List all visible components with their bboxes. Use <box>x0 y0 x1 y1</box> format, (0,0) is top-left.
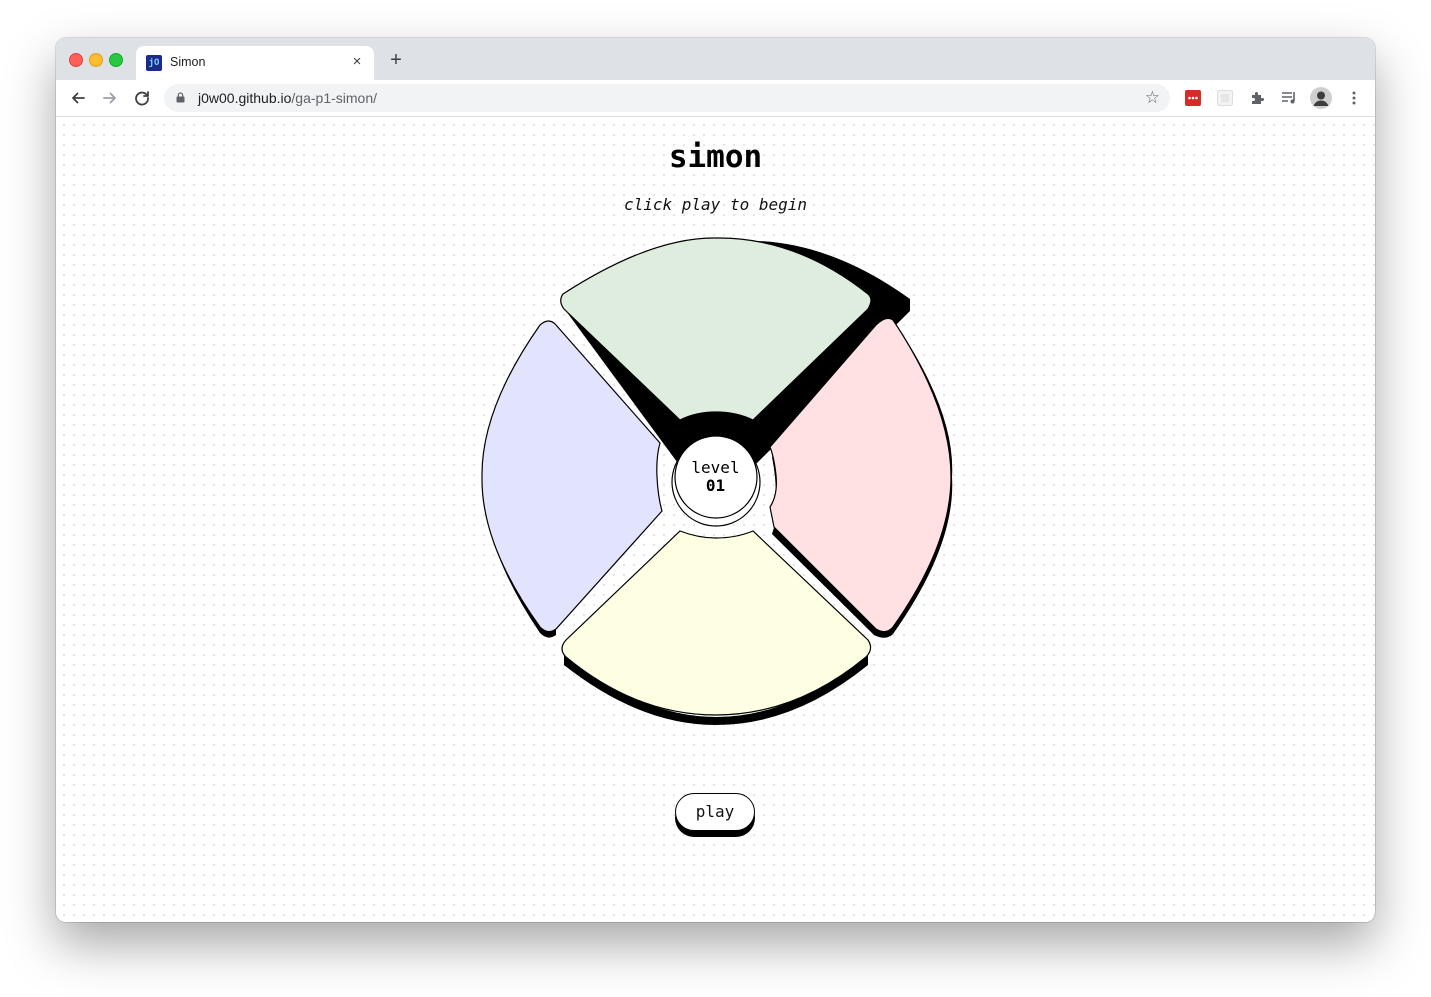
star-icon[interactable]: ☆ <box>1145 88 1160 108</box>
window-minimize-button[interactable] <box>89 53 103 67</box>
window-close-button[interactable] <box>69 53 83 67</box>
window-maximize-button[interactable] <box>109 53 123 67</box>
kebab-menu-icon[interactable] <box>1346 90 1362 106</box>
browser-toolbar: j0w00.github.io/ga-p1-simon/ ☆ <box>56 80 1375 117</box>
lock-icon <box>176 92 185 103</box>
profile-avatar-icon[interactable] <box>1310 87 1332 109</box>
status-message: click play to begin <box>623 195 808 214</box>
tab-simon[interactable]: jO Simon × <box>136 46 374 80</box>
url-text: j0w00.github.io/ga-p1-simon/ <box>198 90 377 106</box>
close-tab-icon[interactable]: × <box>348 53 366 71</box>
url-path: /ga-p1-simon/ <box>291 90 377 106</box>
play-button-wrapper: play <box>675 793 757 839</box>
back-icon[interactable] <box>67 87 89 109</box>
lastpass-extension-icon[interactable] <box>1185 90 1201 106</box>
forward-icon[interactable] <box>99 87 121 109</box>
url-host: j0w00.github.io <box>198 90 292 106</box>
address-bar[interactable]: j0w00.github.io/ga-p1-simon/ ☆ <box>164 84 1170 112</box>
level-value: 01 <box>705 476 726 495</box>
puzzle-extensions-icon[interactable] <box>1249 90 1265 106</box>
browser-window: jO Simon × + j0w00.github.io/ga-p1-simon… <box>56 38 1375 922</box>
page-content: simon click play to begin level 01 play <box>56 117 1375 922</box>
reading-list-icon[interactable] <box>1281 90 1297 106</box>
play-button[interactable]: play <box>675 793 755 831</box>
level-label: level <box>691 458 740 477</box>
extension-placeholder-icon[interactable] <box>1217 90 1233 106</box>
favicon-icon: jO <box>146 55 162 71</box>
reload-icon[interactable] <box>131 87 153 109</box>
new-tab-button[interactable]: + <box>386 50 406 70</box>
page-title: simon <box>668 139 763 175</box>
tab-title: Simon <box>170 55 206 69</box>
tab-strip: jO Simon × + <box>56 38 1375 80</box>
